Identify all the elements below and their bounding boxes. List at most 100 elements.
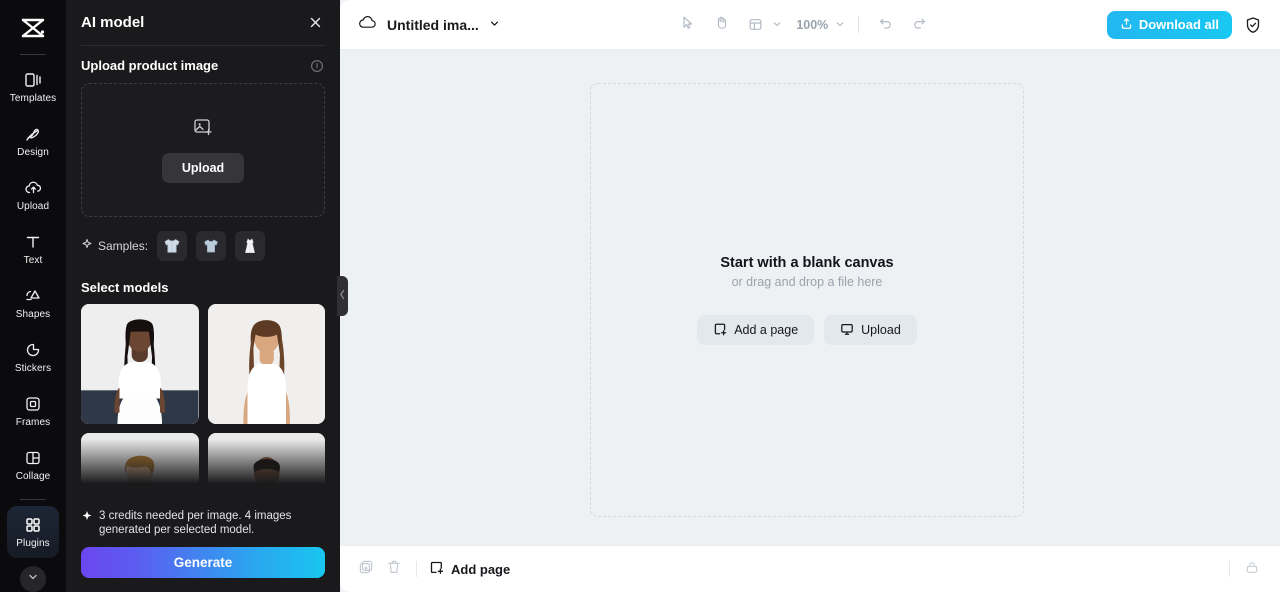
redo-icon <box>912 15 927 35</box>
layout-tool[interactable] <box>740 10 784 40</box>
canvas-upload-button[interactable]: Upload <box>824 315 917 345</box>
upload-cloud-icon <box>24 179 43 198</box>
add-page-button[interactable]: Add page <box>425 560 514 578</box>
capcut-logo-icon[interactable] <box>11 8 55 48</box>
blank-canvas-placeholder[interactable]: Start with a blank canvas or drag and dr… <box>590 83 1024 517</box>
generate-button[interactable]: Generate <box>81 546 325 578</box>
statusbar-separator <box>416 561 417 577</box>
left-sidebar: Templates Design Upload Text Shapes Stic… <box>0 0 66 592</box>
sidebar-item-label: Upload <box>16 200 50 212</box>
samples-row: Samples: <box>81 217 325 261</box>
sidebar-divider-bottom <box>20 499 46 500</box>
info-icon[interactable] <box>309 58 325 74</box>
redo-button[interactable] <box>904 10 934 40</box>
sidebar-item-label: Shapes <box>15 308 51 320</box>
chevron-down-icon <box>489 16 500 34</box>
statusbar-separator-right <box>1229 561 1230 577</box>
add-a-page-label: Add a page <box>734 323 799 337</box>
add-a-page-button[interactable]: Add a page <box>697 315 815 345</box>
document-name-button[interactable]: Untitled ima... <box>358 15 500 35</box>
sidebar-item-shapes[interactable]: Shapes <box>7 277 59 329</box>
close-icon[interactable] <box>304 11 326 33</box>
download-all-button[interactable]: Download all <box>1106 10 1232 39</box>
sidebar-item-label: Plugins <box>16 537 50 549</box>
samples-label-group: Samples: <box>81 238 148 253</box>
sidebar-item-plugins[interactable]: Plugins <box>7 506 59 558</box>
trash-icon <box>386 559 402 580</box>
product-image-dropzone[interactable]: Upload <box>81 82 325 217</box>
sidebar-item-collage[interactable]: Collage <box>7 439 59 491</box>
duplicate-page-icon <box>358 559 374 580</box>
toolbar-separator <box>858 16 860 33</box>
model-card-3[interactable] <box>81 432 199 501</box>
add-image-icon <box>192 116 214 143</box>
download-all-label: Download all <box>1138 17 1219 32</box>
sample-tshirt[interactable] <box>196 230 227 261</box>
sidebar-item-upload[interactable]: Upload <box>7 169 59 221</box>
select-models-title: Select models <box>81 279 169 295</box>
chevron-left-icon <box>339 287 346 305</box>
credits-note: 3 credits needed per image. 4 images gen… <box>81 501 325 547</box>
main-area: Untitled ima... 100% Download all Start … <box>340 0 1280 592</box>
shield-check-icon[interactable] <box>1240 12 1266 38</box>
unlock-icon <box>1244 559 1260 580</box>
undo-button[interactable] <box>870 10 900 40</box>
zoom-control[interactable]: 100% <box>796 16 847 34</box>
sample-shirt[interactable] <box>157 230 188 261</box>
cloud-icon <box>358 15 377 35</box>
model-card-4[interactable] <box>207 432 325 501</box>
panel-footer: 3 credits needed per image. 4 images gen… <box>66 501 340 592</box>
export-icon <box>1120 17 1133 33</box>
lock-toggle-button[interactable] <box>1238 555 1266 583</box>
toolbar-tools: 100% <box>672 10 934 40</box>
stickers-icon <box>24 341 42 360</box>
sample-dress[interactable] <box>235 230 266 261</box>
sidebar-item-stickers[interactable]: Stickers <box>7 331 59 383</box>
sidebar-item-design[interactable]: Design <box>7 115 59 167</box>
upload-button[interactable]: Upload <box>161 153 245 184</box>
upload-section-title: Upload product image <box>81 58 219 74</box>
panel-header: AI model <box>66 0 340 45</box>
samples-label: Samples: <box>98 238 149 253</box>
sidebar-expand-button[interactable] <box>20 566 46 592</box>
monitor-upload-icon <box>840 322 854 339</box>
hand-icon <box>714 15 729 35</box>
sidebar-item-label: Collage <box>15 470 51 482</box>
sidebar-item-label: Stickers <box>14 362 52 374</box>
panel-collapse-handle[interactable] <box>337 276 348 316</box>
model-card-1[interactable] <box>81 303 199 424</box>
select-tool[interactable] <box>672 10 702 40</box>
canvas-subtitle: or drag and drop a file here <box>731 275 883 289</box>
sidebar-item-templates[interactable]: Templates <box>7 61 59 113</box>
sparkle-icon <box>81 509 93 537</box>
collage-icon <box>24 449 42 468</box>
delete-page-button[interactable] <box>380 555 408 583</box>
shapes-icon <box>24 287 42 306</box>
sidebar-divider-top <box>20 54 46 55</box>
zoom-level: 100% <box>796 17 829 32</box>
app-root: Templates Design Upload Text Shapes Stic… <box>0 0 1280 592</box>
chevron-down-icon <box>27 570 39 588</box>
chevron-down-icon <box>835 16 845 34</box>
plugins-icon <box>24 516 42 535</box>
model-card-2[interactable] <box>207 303 325 424</box>
panel-body: Upload product image Upload Samples: Sel… <box>66 46 340 501</box>
frames-icon <box>24 395 42 414</box>
sidebar-item-label: Templates <box>9 92 57 104</box>
canvas-area[interactable]: Start with a blank canvas or drag and dr… <box>340 50 1280 545</box>
statusbar-right <box>1221 555 1266 583</box>
toolbar-right: Download all <box>1106 10 1266 39</box>
canvas-title: Start with a blank canvas <box>720 255 894 271</box>
text-icon <box>24 233 42 252</box>
sidebar-item-text[interactable]: Text <box>7 223 59 275</box>
add-page-icon <box>429 560 444 578</box>
chevron-down-icon <box>772 16 782 34</box>
sidebar-item-frames[interactable]: Frames <box>7 385 59 437</box>
hand-tool[interactable] <box>706 10 736 40</box>
add-page-icon <box>713 322 727 339</box>
add-page-label: Add page <box>451 561 511 577</box>
layout-icon <box>740 10 770 40</box>
duplicate-page-button[interactable] <box>352 555 380 583</box>
upload-section-header: Upload product image <box>81 46 325 83</box>
top-toolbar: Untitled ima... 100% Download all <box>340 0 1280 50</box>
